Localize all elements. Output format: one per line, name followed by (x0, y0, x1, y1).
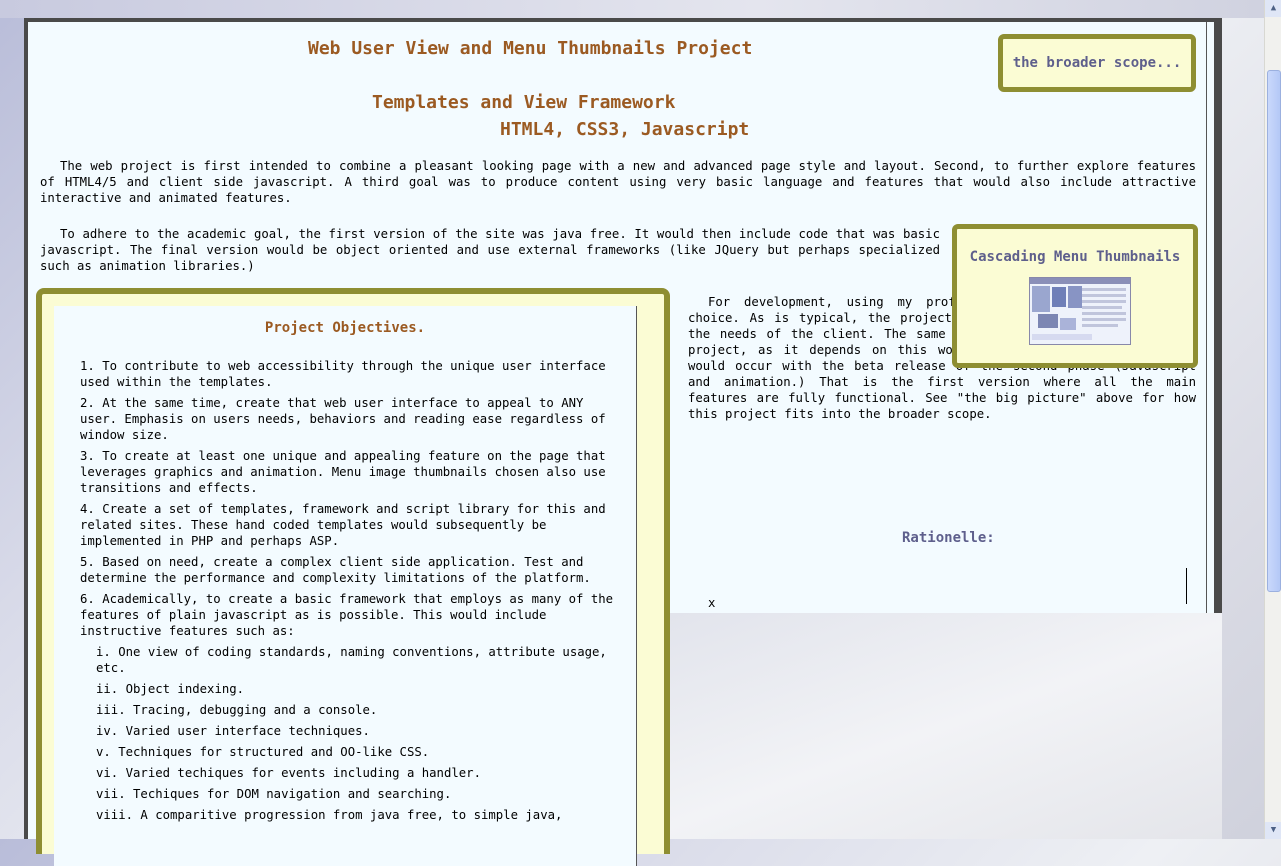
background-panel (668, 613, 1222, 839)
objective-subitem: iv. Varied user interface techniques. (96, 724, 370, 738)
window-top-strip (0, 0, 1264, 18)
objective-subitem: ii. Object indexing. (96, 682, 245, 696)
objective-item: 2. At the same time, create that web use… (80, 396, 606, 442)
objective-item: 5. Based on need, create a complex clien… (80, 555, 591, 585)
objective-subitem: v. Techniques for structured and OO-like… (96, 745, 430, 759)
text-cursor (1186, 568, 1187, 604)
objective-item: 4. Create a set of templates, framework … (80, 502, 606, 548)
page-title: Web User View and Menu Thumbnails Projec… (308, 38, 753, 59)
objectives-list: 1. To contribute to web accessibility th… (80, 358, 616, 828)
thumbnail-box: Cascading Menu Thumbnails (952, 224, 1198, 368)
thumbnail-title: Cascading Menu Thumbnails (969, 249, 1181, 265)
scroll-down-icon[interactable]: ▼ (1265, 822, 1281, 839)
objective-item: 1. To contribute to web accessibility th… (80, 359, 606, 389)
objective-sublist: i. One view of coding standards, naming … (96, 644, 616, 823)
rationale-title: Rationelle: (902, 530, 995, 546)
objective-subitem: iii. Tracing, debugging and a console. (96, 703, 378, 717)
objectives-title: Project Objectives. (264, 320, 426, 336)
academic-paragraph: To adhere to the academic goal, the firs… (40, 227, 940, 273)
objective-item: 6. Academically, to create a basic frame… (80, 591, 616, 823)
vertical-scrollbar[interactable]: ▲ ▼ (1264, 0, 1281, 839)
objective-subitem: vii. Techiques for DOM navigation and se… (96, 787, 452, 801)
page-frame: Web User View and Menu Thumbnails Projec… (24, 18, 1222, 866)
objective-item-text: 6. Academically, to create a basic frame… (80, 592, 614, 638)
page-right-border (1206, 22, 1207, 613)
page-subtitle: Templates and View Framework (372, 92, 676, 113)
page-subtitle-tech: HTML4, CSS3, Javascript (500, 119, 750, 140)
broader-scope-link[interactable]: the broader scope... (1013, 55, 1182, 71)
menu-thumbnail-image[interactable] (1029, 277, 1131, 345)
objective-subitem: i. One view of coding standards, naming … (96, 645, 607, 675)
objective-item: 3. To create at least one unique and app… (80, 449, 606, 495)
objectives-box: Project Objectives. 1. To contribute to … (36, 288, 670, 866)
objective-subitem: vi. Varied techiques for events includin… (96, 766, 481, 780)
objective-subitem: viii. A comparitive progression from jav… (96, 808, 563, 822)
scrollbar-thumb[interactable] (1267, 70, 1281, 592)
scroll-up-icon[interactable]: ▲ (1265, 0, 1281, 17)
objectives-inner: Project Objectives. 1. To contribute to … (54, 306, 637, 866)
rationale-text: x (708, 596, 716, 610)
intro-paragraph: The web project is first intended to com… (40, 159, 1196, 205)
broader-scope-box[interactable]: the broader scope... (998, 34, 1196, 92)
